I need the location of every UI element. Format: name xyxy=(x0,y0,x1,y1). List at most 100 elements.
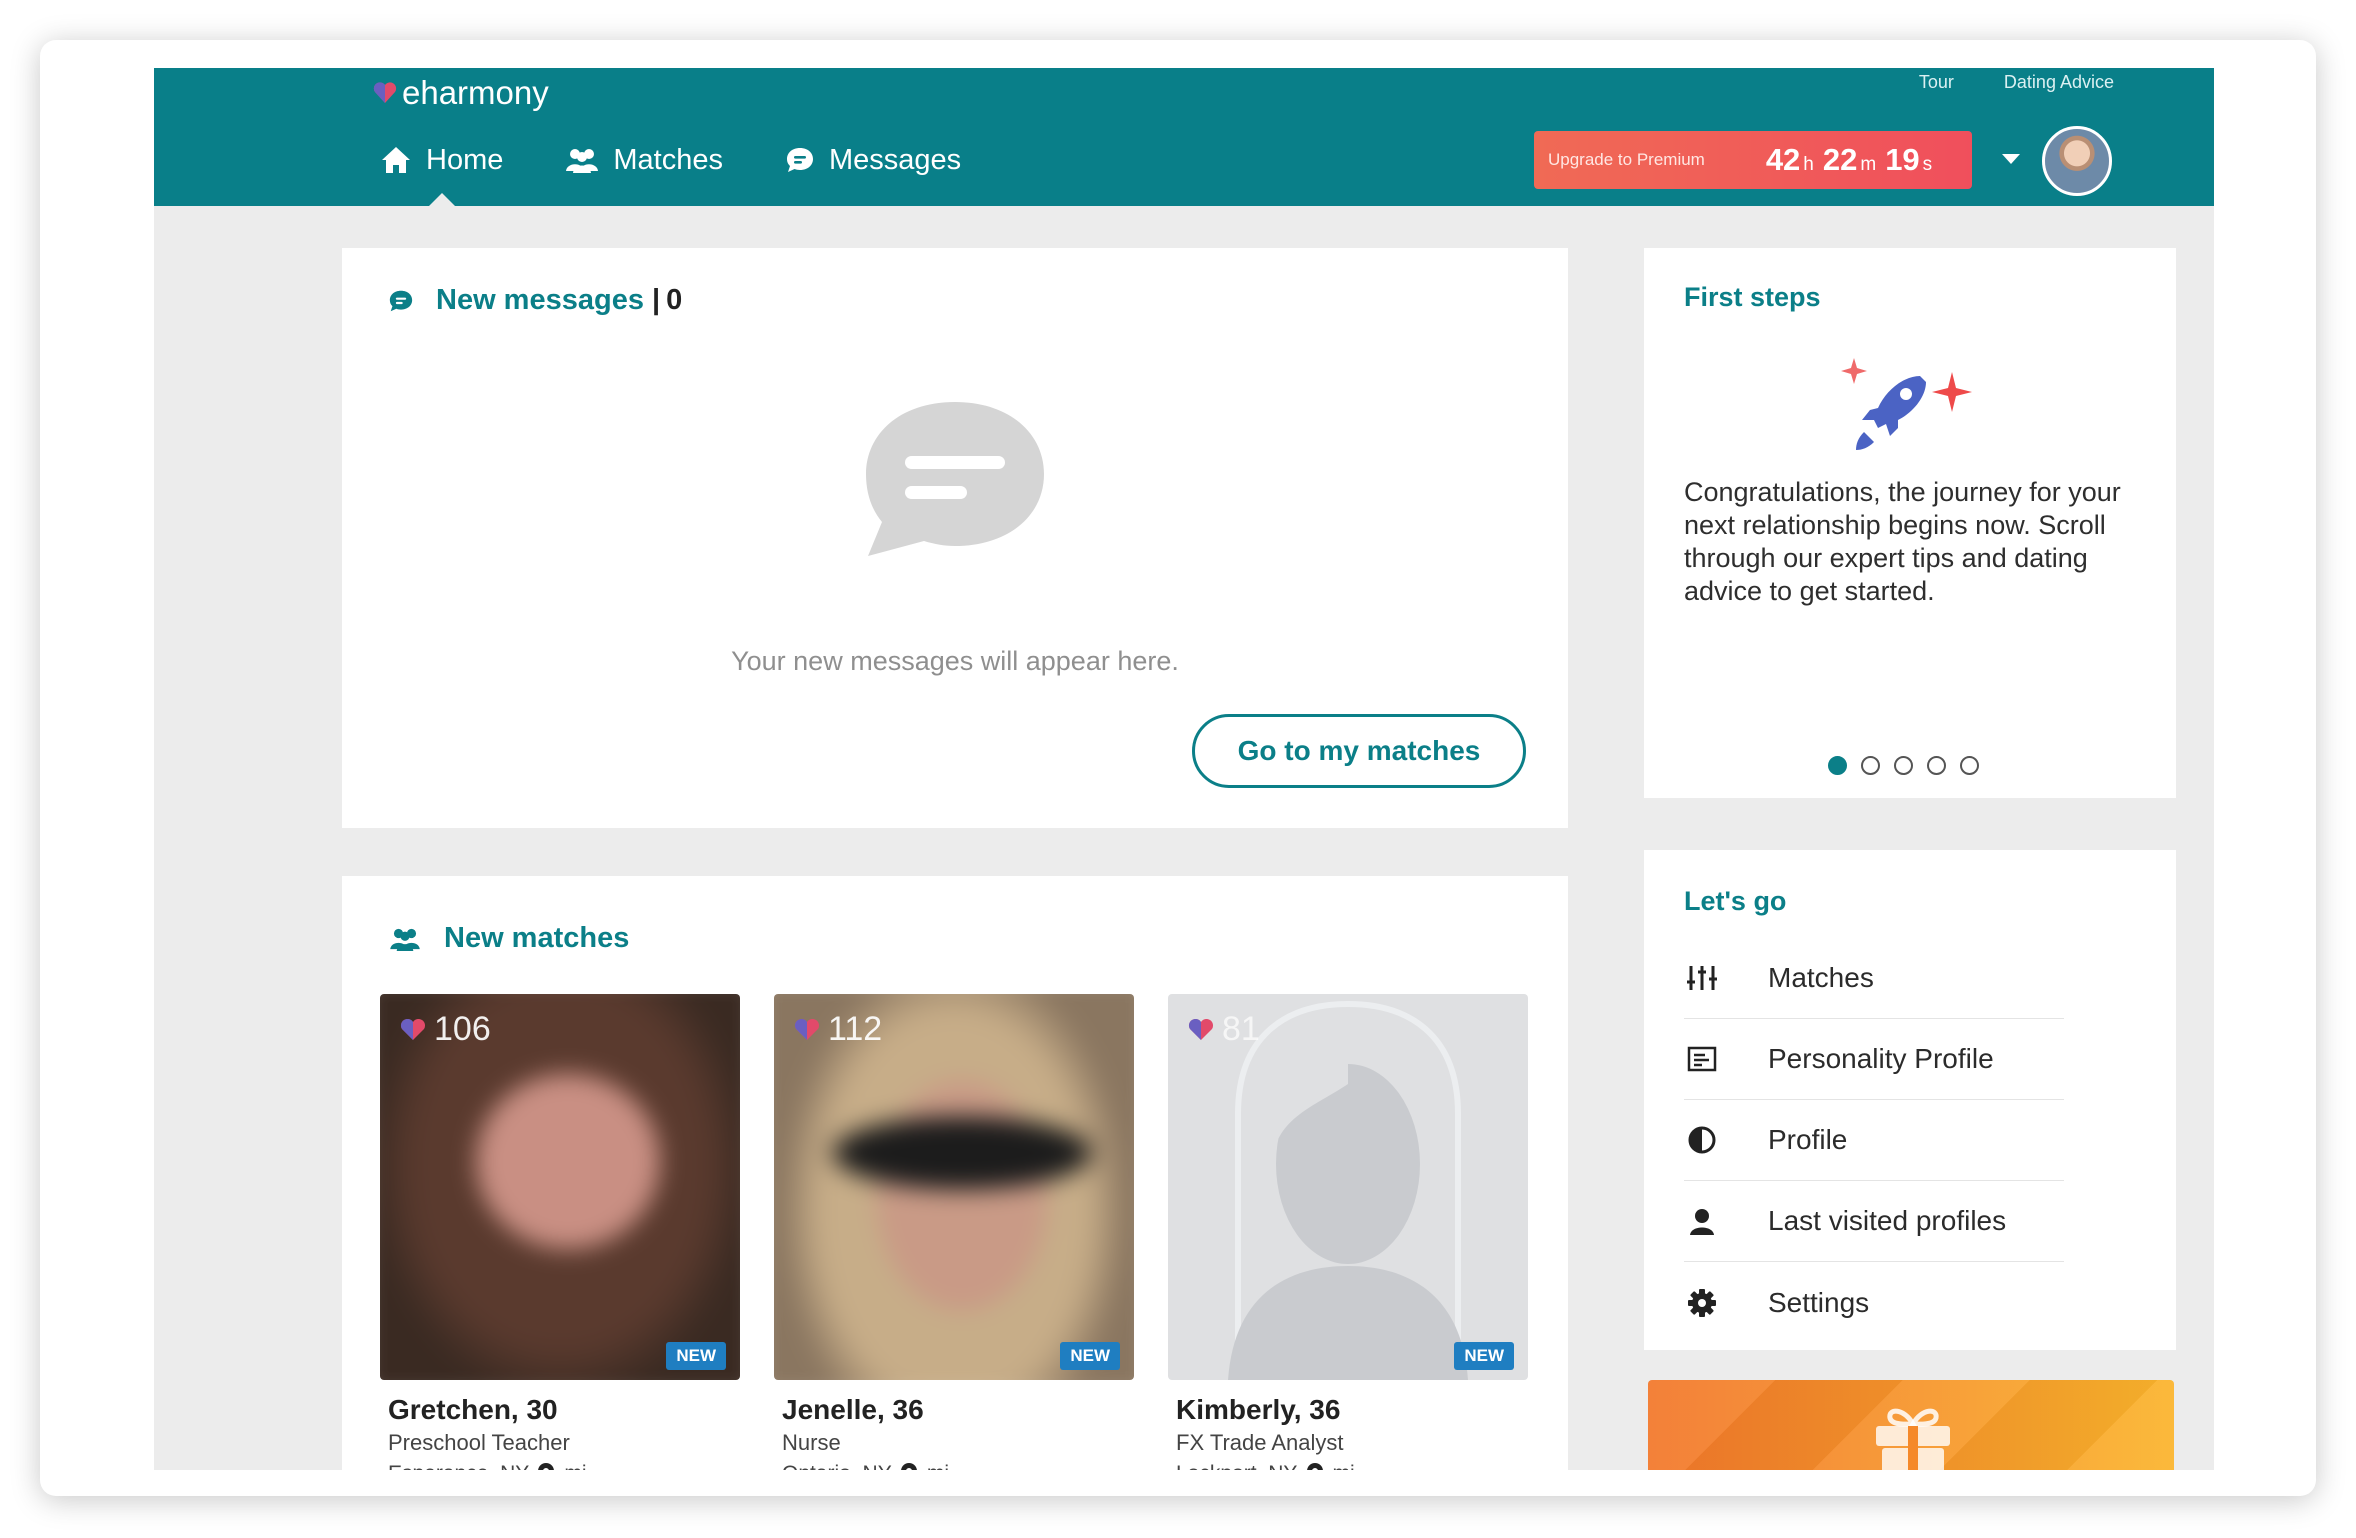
new-messages-card: New messages | 0 Your new messages will … xyxy=(342,248,1568,828)
nav-matches[interactable]: Matches xyxy=(565,138,723,182)
upgrade-label: Upgrade to Premium xyxy=(1548,150,1705,169)
map-pin-icon xyxy=(538,1463,555,1470)
gear-icon xyxy=(1688,1288,1716,1317)
location-text: Lockport, NY, xyxy=(1176,1462,1301,1470)
dating-advice-link[interactable]: Dating Advice xyxy=(2004,72,2114,93)
score-value: 81 xyxy=(1222,1010,1260,1048)
gift-icon xyxy=(1876,1408,1950,1470)
top-links: Tour Dating Advice xyxy=(1919,72,2114,93)
lets-go-last-visited-profiles[interactable]: Last visited profiles xyxy=(1684,1181,2064,1262)
carousel-dot-1[interactable] xyxy=(1828,756,1847,775)
lets-go-profile-label: Profile xyxy=(1768,1124,1848,1155)
timer-minutes: 22 xyxy=(1822,142,1858,177)
lets-go-personality-profile-label: Personality Profile xyxy=(1768,1043,1994,1074)
browser-frame: eharmony Tour Dating Advice Home Matches… xyxy=(40,40,2316,1496)
match-card[interactable]: 112 NEW Jenelle, 36 Nurse Ontario, NY, m… xyxy=(774,994,1134,1470)
lets-go-matches[interactable]: Matches xyxy=(1684,938,2064,1019)
score-value: 106 xyxy=(434,1010,491,1048)
nav-messages[interactable]: Messages xyxy=(785,138,961,182)
compatibility-score: 81 xyxy=(1188,1010,1260,1049)
top-header: eharmony Tour Dating Advice Home Matches… xyxy=(154,68,2214,206)
match-location: Ontario, NY, mi xyxy=(782,1462,1134,1470)
match-name[interactable]: Jenelle, 36 xyxy=(782,1394,1134,1426)
new-matches-card: New matches 106 NEW Gretchen, 30 Prescho… xyxy=(342,876,1568,1470)
go-to-my-matches-button[interactable]: Go to my matches xyxy=(1192,714,1526,788)
carousel-dots xyxy=(1828,756,1979,775)
heart-icon xyxy=(1188,1018,1214,1040)
nav-home[interactable]: Home xyxy=(380,138,503,182)
carousel-dot-2[interactable] xyxy=(1861,756,1880,775)
timer-seconds-unit: s xyxy=(1922,154,1933,175)
score-value: 112 xyxy=(828,1010,883,1048)
lets-go-settings-label: Settings xyxy=(1768,1286,1870,1318)
rocket-icon xyxy=(1841,358,1972,450)
match-location: Lockport, NY, mi xyxy=(1176,1462,1528,1470)
countdown-timer: 42 h 22 m 19 s xyxy=(1744,142,1972,178)
new-messages-count: 0 xyxy=(666,284,683,316)
eharmony-logo[interactable]: eharmony xyxy=(372,74,549,112)
gift-promo-banner[interactable] xyxy=(1648,1380,2174,1470)
first-steps-text: Congratulations, the journey for your ne… xyxy=(1684,477,2121,606)
match-photo[interactable]: 106 NEW xyxy=(380,994,740,1380)
lets-go-matches-label: Matches xyxy=(1768,962,1874,993)
match-photo[interactable]: 112 NEW xyxy=(774,994,1134,1380)
match-card[interactable]: 81 NEW Kimberly, 36 FX Trade Analyst Loc… xyxy=(1168,994,1528,1470)
first-steps-title: First steps xyxy=(1684,282,1821,312)
distance-unit: mi xyxy=(927,1462,949,1470)
upgrade-premium-button[interactable]: Upgrade to Premium 42 h 22 m 19 s xyxy=(1534,131,1972,189)
first-steps-card: First steps Congratulations, the journey… xyxy=(1644,248,2176,798)
lets-go-title: Let's go xyxy=(1684,886,1787,916)
match-photo-placeholder[interactable]: 81 NEW xyxy=(1168,994,1528,1380)
nav-matches-label: Matches xyxy=(613,143,723,176)
match-card[interactable]: 106 NEW Gretchen, 30 Preschool Teacher E… xyxy=(380,994,740,1470)
map-pin-icon xyxy=(900,1463,917,1470)
match-occupation: FX Trade Analyst xyxy=(1176,1430,1344,1455)
new-matches-heading: New matches xyxy=(388,922,629,955)
lets-go-last-visited-label: Last visited profiles xyxy=(1768,1205,2007,1236)
new-messages-heading: New messages | 0 xyxy=(388,284,682,317)
match-occupation: Preschool Teacher xyxy=(388,1430,570,1455)
home-icon xyxy=(382,147,410,173)
heart-icon xyxy=(400,1018,426,1040)
lets-go-personality-profile[interactable]: Personality Profile xyxy=(1684,1019,2064,1100)
people-icon xyxy=(566,149,599,173)
user-avatar[interactable] xyxy=(2042,126,2112,196)
nav-messages-label: Messages xyxy=(828,143,962,176)
location-text: Ontario, NY, xyxy=(782,1462,895,1470)
empty-chat-bubble-icon xyxy=(866,402,1044,556)
match-location: Esperance, NY, mi xyxy=(388,1462,740,1470)
carousel-dot-4[interactable] xyxy=(1927,756,1946,775)
compatibility-score: 112 xyxy=(794,1010,882,1049)
match-name[interactable]: Gretchen, 30 xyxy=(388,1394,740,1426)
chat-icon xyxy=(786,148,813,172)
timer-minutes-unit: m xyxy=(1860,154,1877,175)
match-name[interactable]: Kimberly, 36 xyxy=(1176,1394,1528,1426)
map-pin-icon xyxy=(1306,1463,1323,1470)
app-window: eharmony Tour Dating Advice Home Matches… xyxy=(154,68,2214,1470)
new-badge: NEW xyxy=(1060,1342,1120,1370)
main-nav: Home Matches Messages xyxy=(380,138,961,182)
carousel-dot-3[interactable] xyxy=(1894,756,1913,775)
distance-unit: mi xyxy=(1333,1462,1355,1470)
logo-heart-icon xyxy=(373,82,397,103)
lets-go-profile[interactable]: Profile xyxy=(1684,1100,2064,1181)
timer-hours-unit: h xyxy=(1803,154,1814,175)
lets-go-settings[interactable]: Settings xyxy=(1684,1262,2064,1343)
timer-hours: 42 xyxy=(1765,142,1801,177)
tour-link[interactable]: Tour xyxy=(1919,72,1954,93)
person-icon xyxy=(1690,1209,1714,1235)
new-messages-title: New messages xyxy=(436,284,644,316)
carousel-dot-5[interactable] xyxy=(1960,756,1979,775)
people-icon xyxy=(390,928,420,951)
empty-messages-text: Your new messages will appear here. xyxy=(731,646,1179,676)
chat-icon xyxy=(389,290,413,311)
lets-go-card: Let's go Matches Personality Profile Pro… xyxy=(1644,850,2176,1350)
lets-go-list: Matches Personality Profile Profile Last… xyxy=(1684,938,2064,1343)
account-dropdown-caret-icon[interactable] xyxy=(2002,154,2020,164)
compatibility-score: 106 xyxy=(400,1010,491,1049)
match-occupation: Nurse xyxy=(782,1430,841,1455)
logo-text: eharmony xyxy=(402,74,549,111)
new-matches-title: New matches xyxy=(444,922,630,954)
document-icon xyxy=(1687,1046,1717,1072)
heart-icon xyxy=(794,1018,820,1040)
